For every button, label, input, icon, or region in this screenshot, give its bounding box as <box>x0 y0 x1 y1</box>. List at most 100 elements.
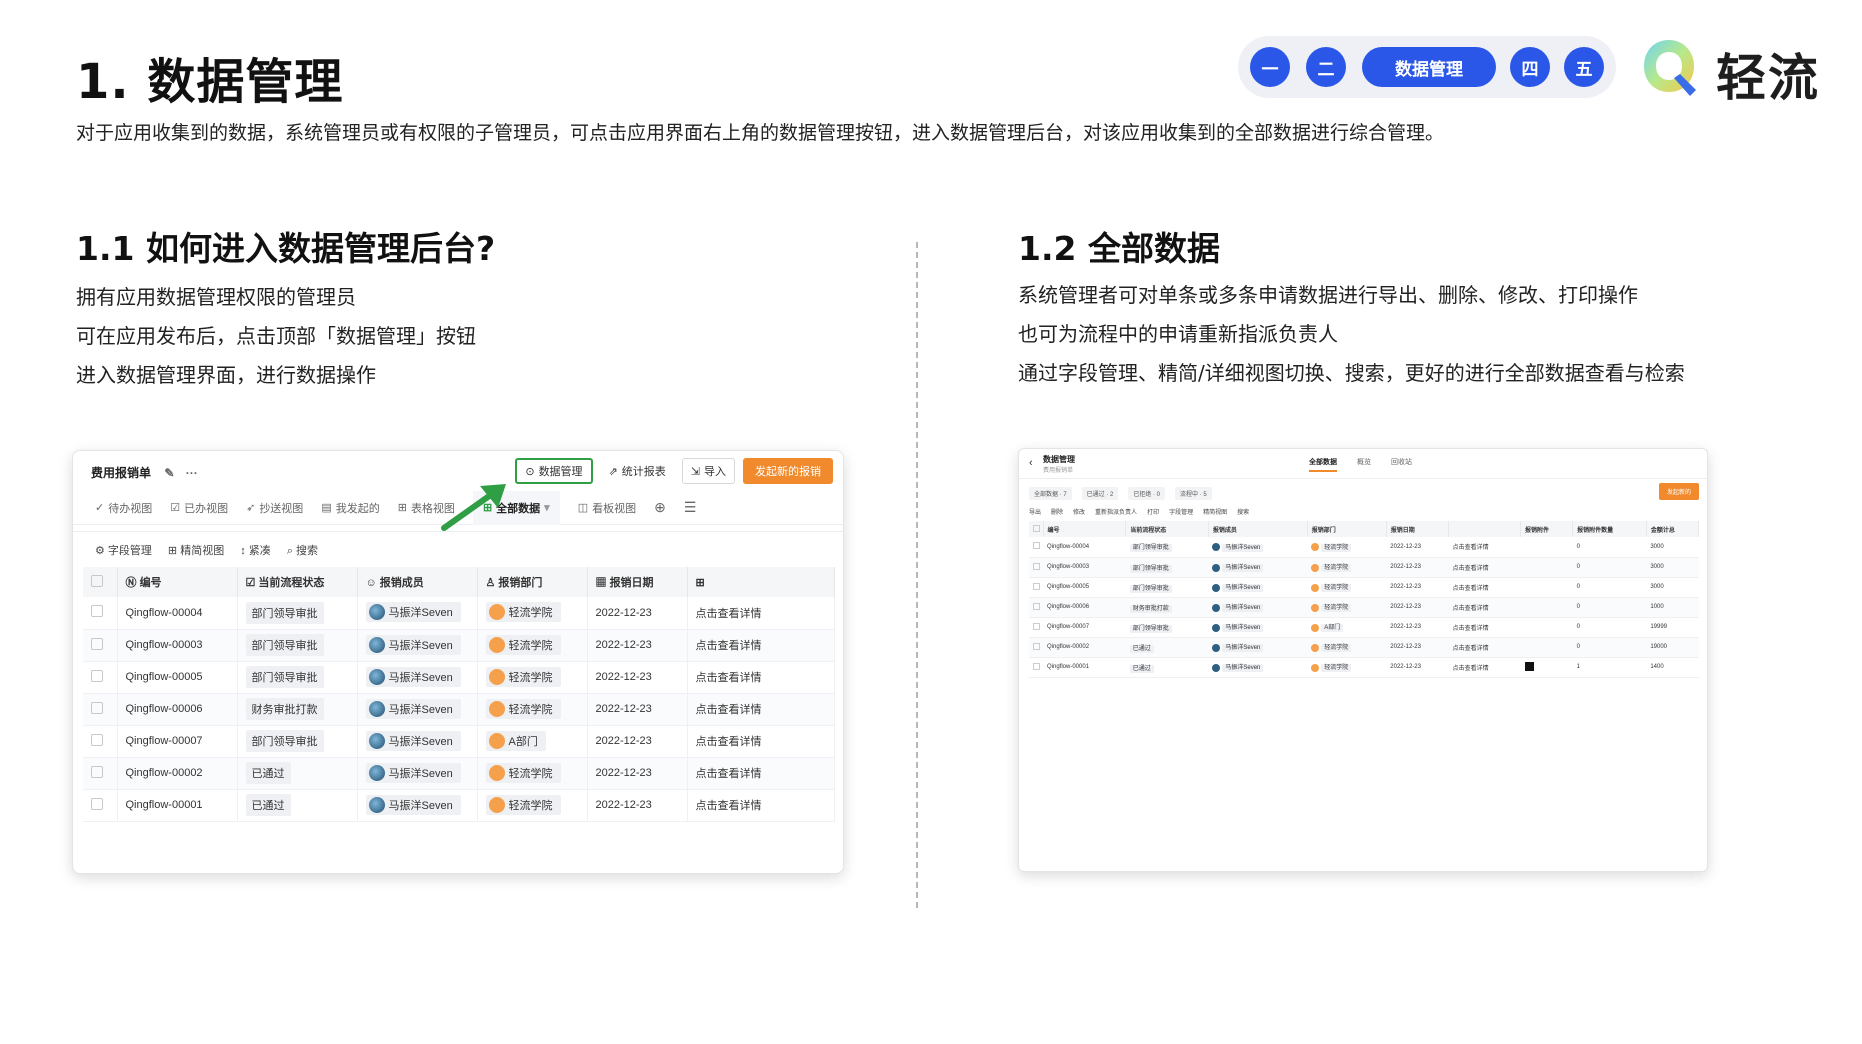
col-header[interactable]: ☺ 报销成员 <box>357 567 478 597</box>
col-header[interactable]: 金额计总 <box>1646 521 1700 537</box>
filter-all[interactable]: 全部数据 · 7 <box>1029 486 1072 500</box>
checkbox[interactable] <box>91 797 103 810</box>
search-button[interactable]: 搜索 <box>1237 507 1249 516</box>
tab-kanban[interactable]: ◫ 看板视图 <box>578 491 636 525</box>
new-submit-button[interactable]: 发起新的报销 <box>743 458 833 484</box>
list-icon[interactable]: ☰ <box>684 491 697 525</box>
checkbox[interactable] <box>91 669 103 682</box>
table-cell[interactable]: 点击查看详情 <box>1448 577 1521 598</box>
new-submit-button[interactable]: 发起新的 <box>1658 483 1699 500</box>
select-all[interactable] <box>83 567 118 597</box>
tab-all-data[interactable]: 全部数据 <box>1309 457 1337 472</box>
compact-view-button[interactable]: ⊞ 精简视图 <box>168 542 224 558</box>
export-button[interactable]: 导出 <box>1029 507 1041 516</box>
col-header[interactable]: ♙ 报销部门 <box>477 567 588 597</box>
checkbox[interactable] <box>91 701 103 714</box>
col-header[interactable]: Ⓝ 编号 <box>117 567 238 597</box>
col-header[interactable]: 报销日期 <box>1386 521 1450 537</box>
report-button[interactable]: ⇗ 统计报表 <box>601 458 674 484</box>
detail-link[interactable]: 点击查看详情 <box>696 704 762 716</box>
filter-approved[interactable]: 已通过 · 2 <box>1081 486 1119 500</box>
table-cell[interactable]: 点击查看详情 <box>1448 557 1521 578</box>
add-view-icon[interactable]: ⊕ <box>654 491 666 525</box>
density-button[interactable]: ↕ 紧凑 <box>240 542 271 558</box>
reassign-button[interactable]: 重新指派负责人 <box>1095 507 1137 516</box>
table-cell[interactable]: 点击查看详情 <box>1448 617 1521 638</box>
compact-view-button[interactable]: 精简视图 <box>1203 507 1227 516</box>
tab-cc[interactable]: ➶ 抄送视图 <box>246 491 303 525</box>
checkbox[interactable] <box>1033 622 1040 630</box>
col-header[interactable]: 报销附件数量 <box>1572 521 1647 537</box>
table-cell[interactable]: 点击查看详情 <box>1448 637 1521 658</box>
search-button[interactable]: ⌕ 搜索 <box>287 542 318 558</box>
tab-recycle[interactable]: 回收站 <box>1391 457 1412 472</box>
filter-rejected[interactable]: 已拒绝 · 0 <box>1128 486 1166 500</box>
back-icon[interactable]: ‹ <box>1029 457 1033 469</box>
checkbox[interactable] <box>1033 602 1040 610</box>
table-row[interactable]: Qingflow-00006 财务审批打款 马振洋Seven 轻流学院 2022-12-… <box>83 693 835 726</box>
step-data-management[interactable]: 数据管理 <box>1362 47 1496 87</box>
checkbox[interactable] <box>91 605 103 618</box>
col-header[interactable]: ▦ 报销日期 <box>587 567 688 597</box>
attachment-thumbnail[interactable] <box>1524 661 1534 671</box>
detail-link[interactable]: 点击查看详情 <box>696 640 762 652</box>
table-row[interactable]: Qingflow-00004 部门领导审批 马振洋Seven 轻流学院 2022-12-… <box>83 597 835 630</box>
tab-todo[interactable]: ✓ 待办视图 <box>95 491 152 525</box>
edit-button[interactable]: 修改 <box>1073 507 1085 516</box>
col-header[interactable]: 报销部门 <box>1307 521 1387 537</box>
table-row[interactable]: Qingflow-00002 已通过 马振洋Seven 轻流学院 2022-12-23 点… <box>83 757 835 790</box>
table-cell[interactable]: 点击查看详情 <box>1448 657 1521 678</box>
import-button[interactable]: ⇲ 导入 <box>681 458 735 484</box>
detail-link[interactable]: 点击查看详情 <box>696 672 762 684</box>
table-row[interactable]: Qingflow-00003 部门领导审批 马振洋Seven 轻流学院 2022-12-… <box>83 629 835 662</box>
field-manage-button[interactable]: 字段管理 <box>1169 507 1193 516</box>
table-row[interactable]: Qingflow-00003 部门领导审批 马振洋Seven 轻流学院 2022-12-… <box>1029 557 1699 578</box>
table-row[interactable]: Qingflow-00001 已通过 马振洋Seven 轻流学院 2022-12-23 点… <box>1029 657 1699 678</box>
checkbox[interactable] <box>1033 524 1040 532</box>
filter-in-progress[interactable]: 流程中 · 5 <box>1175 486 1212 500</box>
table-row[interactable]: Qingflow-00004 部门领导审批 马振洋Seven 轻流学院 2022-12-… <box>1029 537 1699 558</box>
edit-icon[interactable]: ✎ <box>164 466 174 480</box>
table-cell[interactable]: 点击查看详情 <box>1448 597 1521 618</box>
table-row[interactable]: Qingflow-00006 财务审批打款 马振洋Seven 轻流学院 2022-12-… <box>1029 597 1699 618</box>
detail-link[interactable]: 点击查看详情 <box>696 608 762 620</box>
detail-link[interactable]: 点击查看详情 <box>696 768 762 780</box>
col-header[interactable]: 编号 <box>1043 521 1127 537</box>
table-cell[interactable]: 点击查看详情 <box>1448 537 1521 558</box>
more-icon[interactable]: ··· <box>186 466 198 480</box>
checkbox[interactable] <box>1033 662 1040 670</box>
checkbox[interactable] <box>91 637 103 650</box>
step-2[interactable]: 二 <box>1306 47 1346 87</box>
delete-button[interactable]: 删除 <box>1051 507 1063 516</box>
checkbox[interactable] <box>91 765 103 778</box>
tab-overview[interactable]: 概览 <box>1357 457 1371 472</box>
table-row[interactable]: Qingflow-00007 部门领导审批 马振洋Seven A部门 2022-12-2… <box>83 725 835 758</box>
detail-link[interactable]: 点击查看详情 <box>696 736 762 748</box>
col-header[interactable] <box>1448 521 1522 537</box>
step-4[interactable]: 四 <box>1510 47 1550 87</box>
checkbox[interactable] <box>1033 542 1040 550</box>
checkbox[interactable] <box>1033 642 1040 650</box>
table-row[interactable]: Qingflow-00001 已通过 马振洋Seven 轻流学院 2022-12-23 点… <box>83 789 835 822</box>
tab-done[interactable]: ☑ 已办视图 <box>170 491 228 525</box>
checkbox[interactable] <box>1033 582 1040 590</box>
data-manage-button[interactable]: ⊙ 数据管理 <box>515 458 593 484</box>
detail-link[interactable]: 点击查看详情 <box>696 800 762 812</box>
table-row[interactable]: Qingflow-00005 部门领导审批 马振洋Seven 轻流学院 2022-12-… <box>83 661 835 694</box>
step-1[interactable]: 一 <box>1250 47 1290 87</box>
checkbox[interactable] <box>91 574 103 587</box>
checkbox[interactable] <box>1033 562 1040 570</box>
tab-mine[interactable]: ▤ 我发起的 <box>321 491 379 525</box>
col-header[interactable]: 报销附件 <box>1520 521 1574 537</box>
table-row[interactable]: Qingflow-00002 已通过 马振洋Seven 轻流学院 2022-12-23 点… <box>1029 637 1699 658</box>
col-header[interactable]: 报销成员 <box>1208 521 1308 537</box>
step-5[interactable]: 五 <box>1564 47 1604 87</box>
col-header[interactable]: ⊞ <box>687 567 835 597</box>
select-all[interactable] <box>1029 521 1044 537</box>
print-button[interactable]: 打印 <box>1147 507 1159 516</box>
table-row[interactable]: Qingflow-00005 部门领导审批 马振洋Seven 轻流学院 2022-12-… <box>1029 577 1699 598</box>
col-header[interactable]: ☑ 当前流程状态 <box>237 567 358 597</box>
col-header[interactable]: 当前流程状态 <box>1125 521 1209 537</box>
table-row[interactable]: Qingflow-00007 部门领导审批 马振洋Seven A部门 2022-12-2… <box>1029 617 1699 638</box>
checkbox[interactable] <box>91 733 103 746</box>
